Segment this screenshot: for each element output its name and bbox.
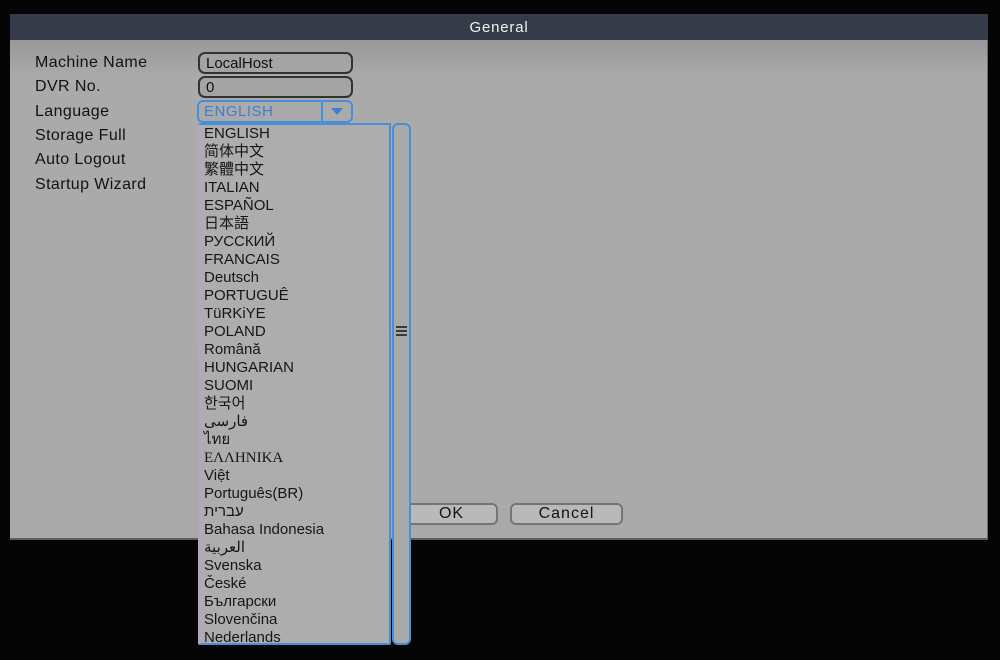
language-list-scrollbar[interactable] — [392, 123, 411, 645]
language-selected-value: ENGLISH — [204, 103, 274, 120]
dvr-no-input[interactable] — [198, 76, 353, 98]
language-list: ENGLISH 简体中文 繁體中文 ITALIAN ESPAÑOL 日本語 РУССКИЙ F… — [198, 123, 391, 645]
language-dropdown-button[interactable] — [321, 102, 351, 121]
language-option[interactable]: РУССКИЙ — [200, 233, 389, 251]
language-option[interactable]: فارسی — [200, 413, 389, 431]
cancel-button[interactable]: Cancel — [510, 503, 623, 525]
storage-full-label: Storage Full — [35, 127, 127, 144]
language-option[interactable]: Nederlands — [200, 629, 389, 643]
language-option[interactable]: 한국어 — [200, 395, 389, 413]
language-option[interactable]: SUOMI — [200, 377, 389, 395]
scrollbar-grip-icon[interactable] — [396, 330, 407, 332]
machine-name-input[interactable] — [198, 52, 353, 74]
dialog-titlebar: General — [10, 14, 988, 40]
ok-button[interactable]: OK — [405, 503, 498, 525]
language-option[interactable]: POLAND — [200, 323, 389, 341]
language-option[interactable]: العربية — [200, 539, 389, 557]
language-option[interactable]: Română — [200, 341, 389, 359]
language-option[interactable]: ITALIAN — [200, 179, 389, 197]
language-option[interactable]: ESPAÑOL — [200, 197, 389, 215]
language-option[interactable]: PORTUGUÊ — [200, 287, 389, 305]
dialog-body — [10, 40, 988, 540]
language-option[interactable]: ENGLISH — [200, 125, 389, 143]
language-option[interactable]: FRANCAIS — [200, 251, 389, 269]
dvr-no-label: DVR No. — [35, 78, 101, 95]
language-label: Language — [35, 103, 110, 120]
language-option[interactable]: České — [200, 575, 389, 593]
startup-wizard-label: Startup Wizard — [35, 176, 147, 193]
language-option[interactable]: ไทย — [200, 431, 389, 449]
dialog-title: General — [469, 18, 529, 36]
language-option[interactable]: Bahasa Indonesia — [200, 521, 389, 539]
language-option[interactable]: Svenska — [200, 557, 389, 575]
language-option[interactable]: 简体中文 — [200, 143, 389, 161]
machine-name-label: Machine Name — [35, 54, 148, 71]
language-option[interactable]: Български — [200, 593, 389, 611]
auto-logout-label: Auto Logout — [35, 151, 126, 168]
chevron-down-icon — [331, 108, 343, 115]
language-option[interactable]: ΕΛΛΗΝΙΚΑ — [200, 449, 389, 467]
language-option[interactable]: Slovenčina — [200, 611, 389, 629]
language-option[interactable]: Việt — [200, 467, 389, 485]
language-option[interactable]: 日本語 — [200, 215, 389, 233]
language-option[interactable]: עברית — [200, 503, 389, 521]
language-select[interactable]: ENGLISH — [197, 100, 353, 123]
language-option[interactable]: Deutsch — [200, 269, 389, 287]
language-option[interactable]: Português(BR) — [200, 485, 389, 503]
language-option[interactable]: HUNGARIAN — [200, 359, 389, 377]
language-option[interactable]: 繁體中文 — [200, 161, 389, 179]
language-option[interactable]: TüRKiYE — [200, 305, 389, 323]
